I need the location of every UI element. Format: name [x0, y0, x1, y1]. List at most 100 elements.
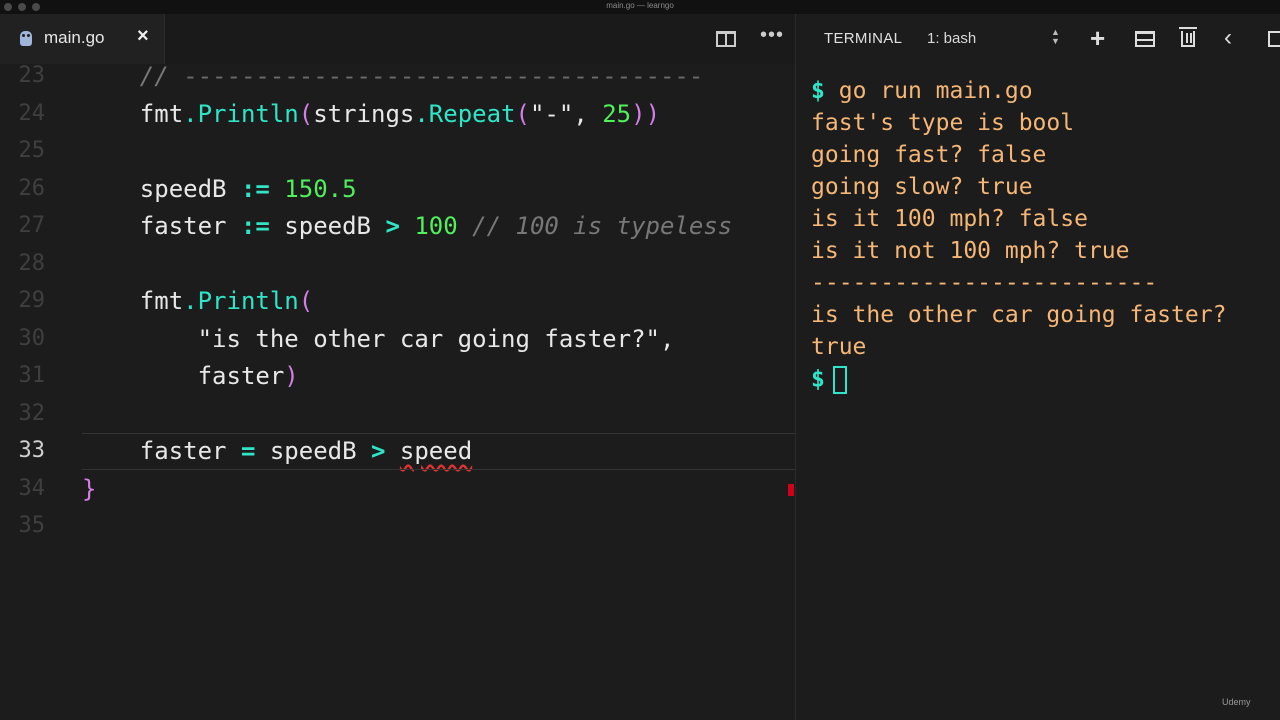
chevron-left-icon[interactable]: ‹: [1224, 24, 1232, 52]
code-line[interactable]: 34}: [0, 471, 795, 508]
tab-label: main.go: [44, 28, 105, 47]
code-token: 150.5: [269, 174, 357, 203]
output-line: is the other car going faster?: [811, 302, 1227, 328]
code-token: // 100 is typeless: [457, 212, 733, 240]
code-token: faster: [82, 362, 285, 390]
command-text: go run main.go: [838, 78, 1033, 104]
input-line[interactable]: $: [811, 366, 1226, 398]
code-token: (: [298, 287, 314, 315]
shell-select[interactable]: 1: bash: [927, 30, 976, 47]
error-marker: [788, 484, 794, 496]
code-token: }: [82, 474, 97, 503]
code-token: 25: [602, 99, 632, 128]
code-line[interactable]: 29 fmt.Println(: [0, 283, 795, 320]
code-token: speedB: [82, 174, 241, 203]
code-token: >: [385, 212, 400, 240]
select-arrows-icon[interactable]: ▲ ▼: [1051, 28, 1060, 46]
code-token: //: [82, 62, 184, 90]
code-token: .Println: [183, 99, 299, 128]
code-text: fmt.Println(strings.Repeat("-", 25)): [82, 100, 660, 128]
code-token: ): [284, 362, 299, 390]
code-line[interactable]: 28: [0, 246, 795, 283]
tab-main-go[interactable]: main.go ×: [0, 14, 165, 64]
code-text: "is the other car going faster?",: [82, 324, 675, 353]
code-line[interactable]: 33 faster = speedB > speed: [0, 433, 795, 470]
code-token: :=: [240, 212, 270, 240]
output-line: going fast? false: [811, 142, 1047, 168]
code-line[interactable]: 25: [0, 133, 795, 170]
code-token: :=: [240, 174, 270, 203]
prompt-symbol: $: [811, 366, 825, 393]
line-number: 32: [18, 400, 46, 426]
line-number: 30: [18, 325, 46, 351]
code-text: speedB := 150.5: [82, 175, 357, 203]
terminal-panel: TERMINAL 1: bash ▲ ▼ + ‹ $ go run main.go…: [796, 14, 1280, 720]
code-token: .Repeat: [414, 99, 516, 128]
udemy-watermark: Udemy: [1222, 697, 1251, 707]
line-number: 26: [18, 175, 46, 201]
line-number: 24: [18, 100, 46, 126]
code-token: "is the other car going faster?",: [82, 324, 675, 353]
line-number: 34: [18, 475, 46, 501]
code-area[interactable]: 23 // ----------------------------------…: [0, 62, 795, 720]
code-line[interactable]: 31 faster): [0, 358, 795, 395]
output-line: going slow? true: [811, 174, 1033, 200]
line-number: 31: [18, 363, 46, 388]
line-number: 25: [18, 138, 46, 163]
gopher-file-icon: [20, 31, 32, 46]
code-token: .Println: [183, 287, 299, 315]
code-token: (: [298, 99, 314, 128]
output-line: true: [811, 334, 867, 360]
code-token: faster: [82, 212, 241, 240]
split-editor-icon[interactable]: [716, 31, 736, 47]
code-editor: main.go × ••• 23 // --------------------…: [0, 14, 795, 720]
terminal-title[interactable]: TERMINAL: [824, 30, 902, 47]
code-line[interactable]: 24 fmt.Println(strings.Repeat("-", 25)): [0, 96, 795, 133]
code-token: fmt: [82, 287, 184, 315]
code-line[interactable]: 32: [0, 396, 795, 433]
text-cursor: [832, 366, 847, 394]
line-number: 35: [18, 513, 46, 538]
code-token: strings: [313, 99, 415, 128]
terminal-output[interactable]: $ go run main.go fast's type is bool goin…: [811, 78, 1226, 398]
code-line[interactable]: 35: [0, 508, 795, 545]
active-line-highlight: [82, 433, 795, 470]
window-titlebar: main.go — learngo: [0, 0, 1280, 14]
code-token: speedB: [269, 212, 386, 240]
code-text: // ------------------------------------: [82, 62, 704, 90]
code-line[interactable]: 30 "is the other car going faster?",: [0, 321, 795, 358]
prompt-symbol: $: [811, 78, 825, 104]
code-token: )): [631, 99, 661, 128]
code-token: 100: [399, 212, 458, 240]
line-number: 23: [18, 63, 46, 88]
code-token: fmt: [82, 99, 184, 128]
code-token: (: [515, 99, 530, 128]
editor-tab-bar: main.go × •••: [0, 14, 795, 64]
output-line: is it not 100 mph? true: [811, 238, 1130, 264]
more-actions-icon[interactable]: •••: [760, 24, 784, 47]
trash-icon[interactable]: [1179, 27, 1197, 47]
output-line: is it 100 mph? false: [811, 206, 1088, 232]
code-token: "-",: [529, 99, 603, 128]
close-tab-icon[interactable]: ×: [137, 25, 149, 48]
window-title: main.go — learngo: [606, 1, 674, 10]
command-line: $ go run main.go: [811, 78, 1226, 110]
output-line: -------------------------: [811, 270, 1158, 296]
maximize-panel-icon[interactable]: [1268, 31, 1280, 47]
line-number: 27: [18, 213, 46, 238]
code-line[interactable]: 23 // ----------------------------------…: [0, 58, 795, 95]
split-terminal-icon[interactable]: [1135, 31, 1155, 47]
line-number: 28: [18, 250, 46, 276]
code-line[interactable]: 27 faster := speedB > 100 // 100 is type…: [0, 208, 795, 245]
line-number: 29: [18, 288, 46, 313]
output-line: fast's type is bool: [811, 110, 1075, 136]
terminal-toolbar: TERMINAL 1: bash ▲ ▼ + ‹: [796, 14, 1280, 64]
code-text: faster := speedB > 100 // 100 is typeles…: [82, 212, 732, 240]
line-number: 33: [18, 438, 46, 463]
code-text: }: [82, 475, 96, 503]
code-text: fmt.Println(: [82, 287, 313, 315]
code-line[interactable]: 26 speedB := 150.5: [0, 171, 795, 208]
new-terminal-icon[interactable]: +: [1090, 23, 1105, 54]
code-token: ------------------------------------: [183, 62, 704, 90]
code-text: faster): [82, 362, 299, 390]
